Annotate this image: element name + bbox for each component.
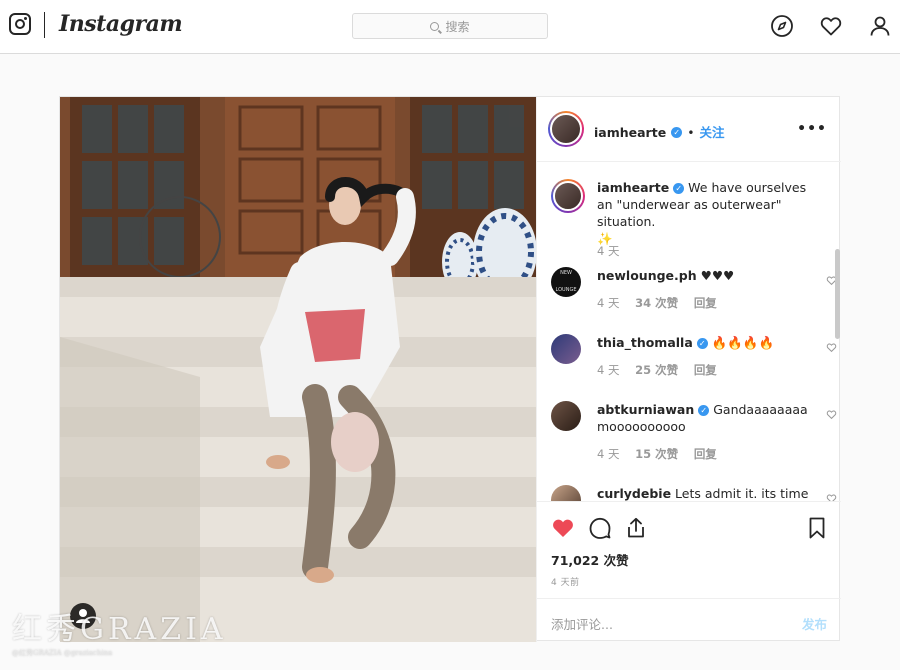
watermark-handles: @红秀GRAZIA @graziachina [12,649,113,657]
comment-text: 🔥🔥🔥🔥 [711,335,775,350]
top-nav: Instagram 搜索 [0,0,900,54]
watermark-en: GRAZIA [80,612,227,647]
verified-badge-icon: ✓ [671,127,683,138]
comment-input[interactable]: 添加评论... [551,614,613,633]
comment-icon[interactable] [588,516,612,540]
comment-text: Lets admit it. its time [675,486,809,501]
comment-time[interactable]: 4 天 [597,447,619,461]
comment-username[interactable]: newlounge.ph [597,268,697,283]
comment-like-icon[interactable] [826,409,837,420]
author-avatar[interactable] [548,111,584,147]
post-comment-button[interactable]: 发布 [802,614,827,633]
comment-item: NEW LOUNGE newlounge.ph ♥♥♥ 4 天 34 次赞 回复 [551,267,837,323]
instagram-wordmark[interactable]: Instagram [59,11,183,37]
comment-likes[interactable]: 15 次赞 [635,447,678,461]
comment-username[interactable]: abtkurniawan [597,402,694,417]
caption-username[interactable]: iamhearte [597,180,669,195]
comment-username[interactable]: curlydebie [597,486,671,501]
more-options-icon[interactable]: ••• [797,121,827,137]
author-username[interactable]: iamhearte [594,125,666,140]
comment-meta: 4 天 25 次赞 回复 [597,362,729,379]
watermark-cn: 红秀 [12,612,80,647]
comment-username[interactable]: thia_thomalla [597,335,693,350]
comment-item: curlydebie Lets admit it. its time [551,485,837,501]
reply-button[interactable]: 回复 [694,363,717,377]
like-filled-icon[interactable] [551,516,575,540]
comment-meta: 4 天 15 次赞 回复 [597,446,729,463]
reply-button[interactable]: 回复 [694,447,717,461]
search-icon [430,21,440,31]
comment-time[interactable]: 4 天 [597,296,619,310]
post-time[interactable]: 4 天前 [551,575,580,588]
heart-icon[interactable] [819,14,843,38]
post-card: iamhearte ✓ • 关注 ••• iamhearte ✓ We have… [59,96,841,642]
comment-text: ♥♥♥ [700,268,735,283]
photo-illustration [60,97,536,642]
search-input[interactable]: 搜索 [352,13,548,39]
profile-icon[interactable] [868,14,892,38]
comment-avatar[interactable] [551,401,581,431]
comment-like-icon[interactable] [826,493,837,501]
verified-badge-icon: ✓ [698,405,710,416]
share-icon[interactable] [624,516,648,540]
comment-item: abtkurniawan ✓ Gandaaaaaaaa moooooooooo … [551,401,837,471]
comment-like-icon[interactable] [826,342,837,353]
header-dot: • [687,126,695,140]
search-placeholder: 搜索 [445,19,470,34]
reply-button[interactable]: 回复 [694,296,717,310]
save-bookmark-icon[interactable] [805,516,829,540]
likes-count[interactable]: 71,022 次赞 [551,550,629,569]
follow-button[interactable]: 关注 [700,125,725,140]
nav-divider [44,12,45,38]
comment-likes[interactable]: 34 次赞 [635,296,678,310]
comments-list[interactable]: iamhearte ✓ We have ourselves an "underw… [537,163,841,501]
post-photo[interactable] [60,97,536,642]
post-header: iamhearte ✓ • 关注 ••• [537,97,841,162]
comment-item: thia_thomalla ✓ 🔥🔥🔥🔥 4 天 25 次赞 回复 [551,334,837,390]
comment-likes[interactable]: 25 次赞 [635,363,678,377]
comments-scrollbar[interactable] [835,249,840,339]
verified-badge-icon: ✓ [673,183,685,194]
add-comment-bar: 添加评论... 发布 [537,598,841,643]
sparkles-emoji: ✨ [597,231,613,246]
compass-icon[interactable] [770,14,794,38]
comment-avatar[interactable] [551,334,581,364]
post-sidebar: iamhearte ✓ • 关注 ••• iamhearte ✓ We have… [536,97,841,642]
comment-avatar[interactable]: NEW LOUNGE [551,267,581,297]
caption-time[interactable]: 4 天 [597,243,619,260]
verified-badge-icon: ✓ [696,338,708,349]
comment-meta: 4 天 34 次赞 回复 [597,295,729,312]
post-actions: 71,022 次赞 4 天前 添加评论... 发布 [537,501,841,642]
caption-avatar[interactable] [551,179,585,213]
caption: iamhearte ✓ We have ourselves an "underw… [551,179,821,261]
instagram-logo-icon[interactable] [9,13,31,35]
comment-avatar[interactable] [551,485,581,501]
comment-time[interactable]: 4 天 [597,363,619,377]
grazia-watermark: 红秀GRAZIA @红秀GRAZIA @graziachina [12,604,227,658]
